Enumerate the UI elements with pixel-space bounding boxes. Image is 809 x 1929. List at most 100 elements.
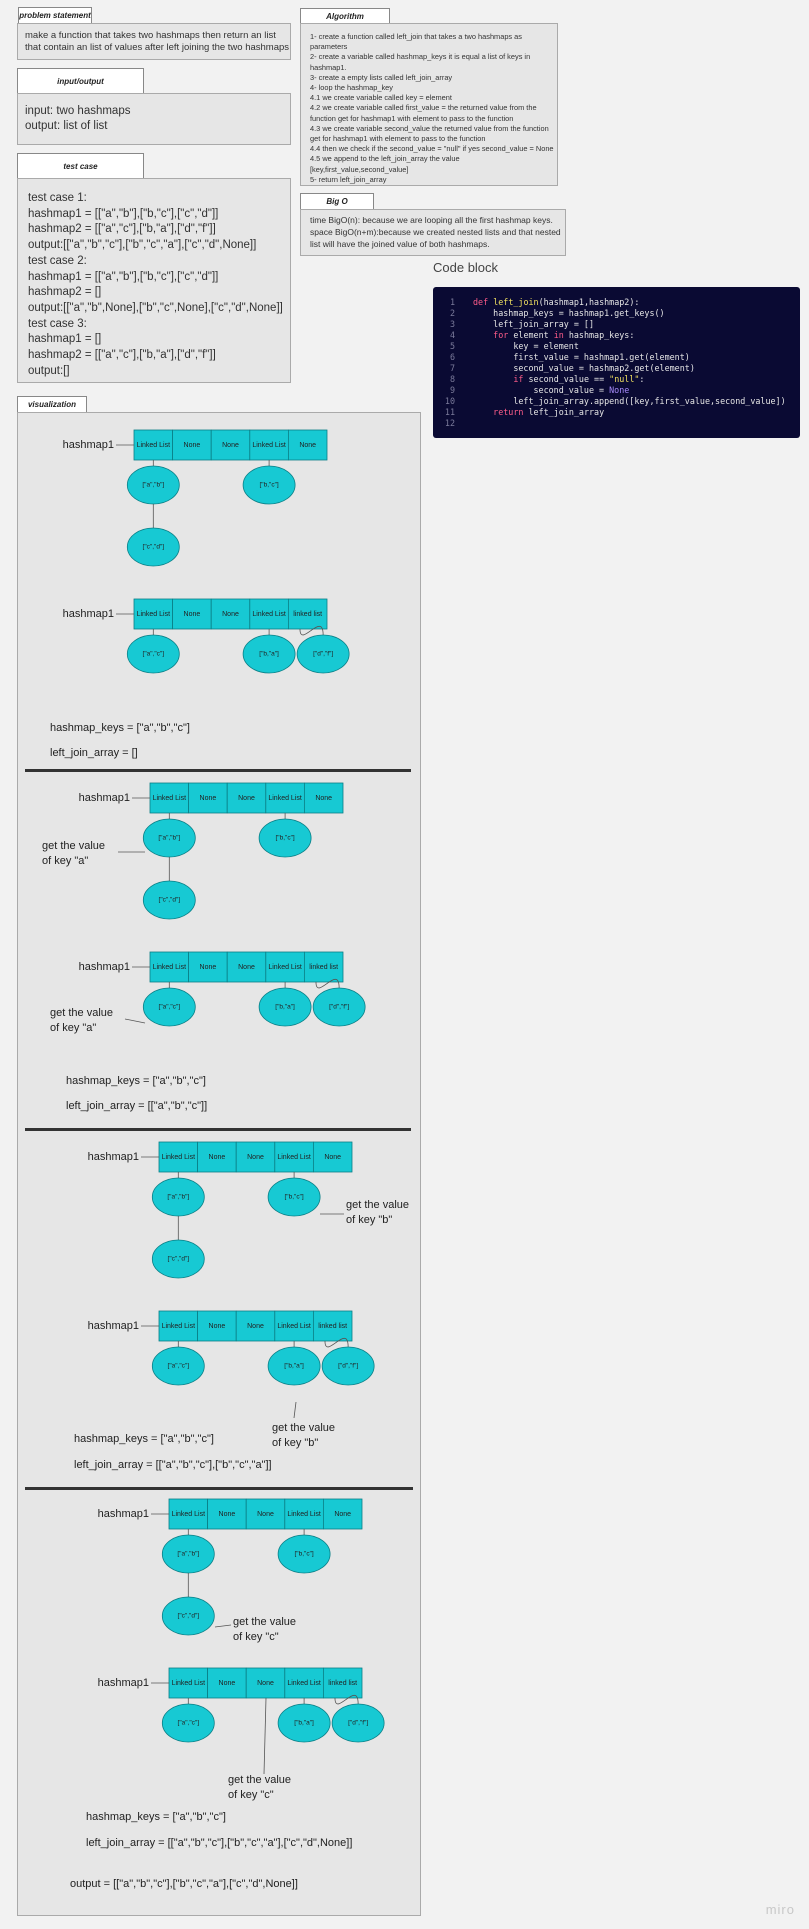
node-label: None [184,442,201,449]
bubble-label: ["a","b"] [158,835,180,842]
bubble-label: ["c","d"] [168,1256,190,1263]
node-label: Linked List [252,611,286,618]
node-label: None [238,964,255,971]
node-label: None [257,1511,274,1518]
node-label: None [219,1680,236,1687]
node-label: None [299,442,316,449]
bubble-label: ["b,"c"] [284,1194,303,1201]
bubble-label: ["a","c"] [168,1363,190,1370]
get-value-note: of key "a" [50,1022,96,1034]
node-label: linked list [328,1680,357,1687]
bubble-label: ["b,"a"] [259,651,279,658]
section-divider [25,769,411,772]
bubble-label: ["d","f"] [348,1720,368,1727]
node-label: None [334,1511,351,1518]
node-label: Linked List [287,1511,321,1518]
bubble-label: ["b,"c"] [259,482,278,489]
get-value-note: of key "a" [42,855,88,867]
bubble-label: ["a","b"] [142,482,164,489]
left-join-array-text: left_join_array = [["a","b","c"],["b","c… [86,1837,352,1849]
node-label: None [219,1511,236,1518]
get-value-note: of key "c" [233,1631,279,1643]
hashmap-label: hashmap1 [79,792,130,804]
get-value-note: get the value [50,1007,113,1019]
node-label: Linked List [137,442,171,449]
hashmap-keys-text: hashmap_keys = ["a","b","c"] [50,722,190,734]
visualization-diagram: Linked List None None Linked List None hashma… [25,429,413,1890]
output-text: output = [["a","b","c"],["b","c","a"],["… [70,1878,298,1890]
node-label: None [247,1154,264,1161]
bubble-label: ["b,"c"] [275,835,294,842]
node-label: None [257,1680,274,1687]
bubble-label: ["b,"a"] [284,1363,304,1370]
bubble-label: ["d","f"] [329,1004,349,1011]
hashmap-label: hashmap1 [63,439,114,451]
bubble-label: ["a","b"] [177,1551,199,1558]
hashmap-label: hashmap1 [88,1320,139,1332]
node-label: None [324,1154,341,1161]
miro-watermark: miro [765,1902,795,1917]
node-label: Linked List [172,1511,206,1518]
get-value-note: of key "b" [346,1214,392,1226]
node-label: Linked List [268,795,302,802]
get-value-note: get the value [272,1422,335,1434]
left-join-array-text: left_join_array = [["a","b","c"],["b","c… [74,1459,272,1471]
bubble-label: ["d","f"] [338,1363,358,1370]
hashmap-keys-text: hashmap_keys = ["a","b","c"] [86,1811,226,1823]
connector-line [214,1624,232,1628]
node-label: None [184,611,201,618]
section-divider [25,1487,413,1490]
hashmap-keys-text: hashmap_keys = ["a","b","c"] [74,1433,214,1445]
get-value-note: get the value [346,1199,409,1211]
node-label: Linked List [153,964,187,971]
node-label: None [238,795,255,802]
node-label: Linked List [268,964,302,971]
node-label: None [247,1323,264,1330]
hashmap-label: hashmap1 [98,1677,149,1689]
get-value-note: of key "b" [272,1437,318,1449]
section-divider [25,1128,411,1131]
node-label: Linked List [252,442,286,449]
bubble-label: ["a","c"] [159,1004,181,1011]
bubble-label: ["c","d"] [143,544,165,551]
bubble-label: ["c","d"] [178,1613,200,1620]
node-label: Linked List [153,795,187,802]
bubble-label: ["a","b"] [167,1194,189,1201]
node-label: None [222,611,239,618]
node-label: None [200,795,217,802]
node-label: Linked List [172,1680,206,1687]
node-label: None [315,795,332,802]
node-label: Linked List [287,1680,321,1687]
get-value-note: of key "c" [228,1789,274,1801]
hashmap-keys-text: hashmap_keys = ["a","b","c"] [66,1075,206,1087]
bubble-label: ["a","c"] [143,651,165,658]
node-label: None [209,1323,226,1330]
node-label: None [222,442,239,449]
node-label: Linked List [277,1154,311,1161]
node-label: Linked List [277,1323,311,1330]
connector-line [263,1697,267,1775]
bubble-label: ["b,"a"] [275,1004,295,1011]
bubble-label: ["b,"c"] [294,1551,313,1558]
node-label: None [209,1154,226,1161]
node-label: Linked List [162,1154,196,1161]
node-label: linked list [309,964,338,971]
node-label: linked list [293,611,322,618]
get-value-note: get the value [42,840,105,852]
bubble-label: ["c","d"] [159,897,181,904]
get-value-note: get the value [228,1774,291,1786]
bubble-label: ["a","c"] [178,1720,200,1727]
connector-line [124,1018,146,1024]
node-label: None [200,964,217,971]
node-label: Linked List [162,1323,196,1330]
node-label: linked list [318,1323,347,1330]
hashmap-label: hashmap1 [98,1508,149,1520]
left-join-array-text: left_join_array = [["a","b","c"]] [66,1100,207,1112]
left-join-array-text: left_join_array = [] [50,747,138,759]
connector-line [293,1401,297,1419]
bubble-label: ["b,"a"] [294,1720,314,1727]
bubble-label: ["d","f"] [313,651,333,658]
node-label: Linked List [137,611,171,618]
hashmap-label: hashmap1 [88,1151,139,1163]
hashmap-label: hashmap1 [63,608,114,620]
